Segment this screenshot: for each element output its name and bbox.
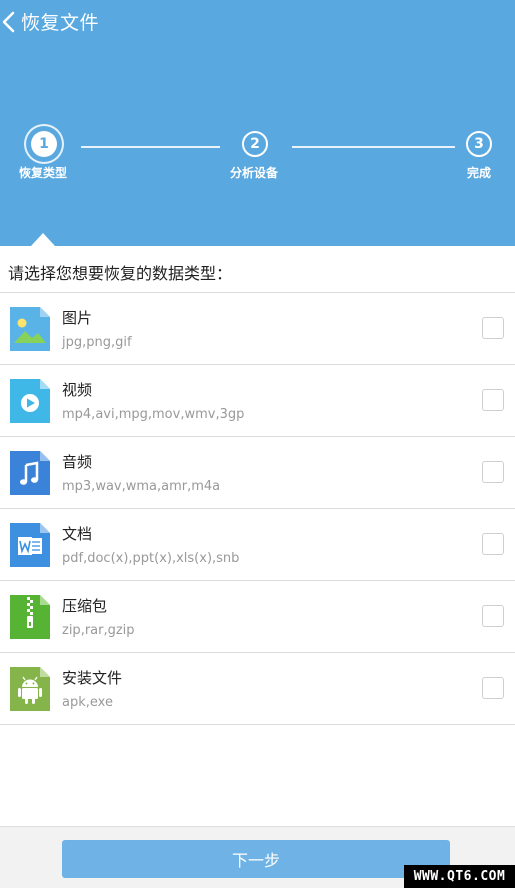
file-type-name: 音频 [62,453,93,471]
word-document-icon [10,523,50,567]
page-title: 恢复文件 [21,12,100,34]
step-connector-2 [292,146,455,148]
step-2-circle: 2 [242,131,268,157]
active-step-pointer [31,233,55,246]
file-type-item-video[interactable]: 视频 mp4,avi,mpg,mov,wmv,3gp [0,365,515,437]
images-checkbox[interactable] [482,317,504,339]
file-type-name: 视频 [62,381,93,399]
file-type-list: 图片 jpg,png,gif 视频 mp4,avi,mpg,mov,wmv,3g… [0,293,515,725]
file-type-extensions: pdf,doc(x),ppt(x),xls(x),snb [62,551,240,566]
back-button[interactable]: 恢复文件 [0,0,140,44]
step-connector-1 [81,146,220,148]
zip-archive-icon [10,595,50,639]
video-checkbox[interactable] [482,389,504,411]
recover-files-screen: 恢复文件 1 2 3 恢复类型 分析设备 完成 请选择您想要恢复的数据类型： 图… [0,0,515,888]
file-type-extensions: mp4,avi,mpg,mov,wmv,3gp [62,407,245,422]
file-type-extensions: apk,exe [62,695,113,710]
android-apk-icon [10,667,50,711]
file-type-name: 文档 [62,525,93,543]
file-type-item-documents[interactable]: 文档 pdf,doc(x),ppt(x),xls(x),snb [0,509,515,581]
file-type-item-audio[interactable]: 音频 mp3,wav,wma,amr,m4a [0,437,515,509]
step-1-label: 恢复类型 [19,166,68,180]
step-3-label: 完成 [467,166,492,180]
file-type-item-archives[interactable]: 压缩包 zip,rar,gzip [0,581,515,653]
file-type-extensions: zip,rar,gzip [62,623,135,638]
file-type-name: 压缩包 [62,597,108,615]
file-type-item-installers[interactable]: 安装文件 apk,exe [0,653,515,725]
prompt-text: 请选择您想要恢复的数据类型： [8,264,233,283]
installers-checkbox[interactable] [482,677,504,699]
chevron-left-icon [2,11,15,33]
image-file-icon [10,307,50,351]
next-step-button[interactable]: 下一步 [62,840,450,878]
header: 恢复文件 1 2 3 恢复类型 分析设备 完成 [0,0,515,246]
file-type-name: 安装文件 [62,669,123,687]
video-file-icon [10,379,50,423]
file-type-extensions: mp3,wav,wma,amr,m4a [62,479,221,494]
file-type-extensions: jpg,png,gif [62,335,132,350]
file-type-item-images[interactable]: 图片 jpg,png,gif [0,293,515,365]
audio-checkbox[interactable] [482,461,504,483]
step-1-circle: 1 [31,131,57,157]
file-type-name: 图片 [62,309,93,327]
step-3-circle: 3 [466,131,492,157]
documents-checkbox[interactable] [482,533,504,555]
step-2-label: 分析设备 [230,166,279,180]
audio-file-icon [10,451,50,495]
site-watermark: WWW.QT6.COM [404,865,515,888]
archives-checkbox[interactable] [482,605,504,627]
